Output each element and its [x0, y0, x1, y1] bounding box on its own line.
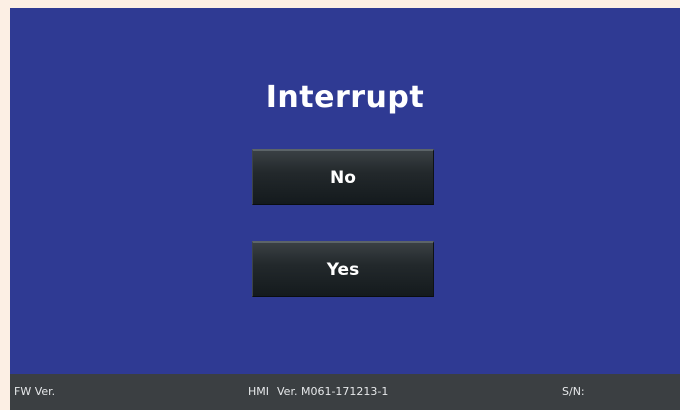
no-button-label: No [330, 167, 356, 188]
yes-button-label: Yes [326, 259, 360, 280]
yes-button[interactable]: Yes [252, 241, 434, 297]
status-bar: FW Ver. HMI Ver. M061-171213-1 S/N: [10, 374, 680, 410]
hmi-screen: Interrupt No Yes FW Ver. HMI Ver. M061-17… [10, 8, 680, 410]
no-button[interactable]: No [252, 149, 434, 205]
hmi-label: HMI [248, 385, 270, 398]
fw-version-label: FW Ver. [14, 385, 56, 398]
hmi-version-value: Ver. M061-171213-1 [277, 385, 389, 398]
serial-number-label: S/N: [562, 385, 585, 398]
hmi-version: HMI Ver. M061-171213-1 [248, 374, 388, 410]
dialog-title: Interrupt [265, 80, 425, 115]
